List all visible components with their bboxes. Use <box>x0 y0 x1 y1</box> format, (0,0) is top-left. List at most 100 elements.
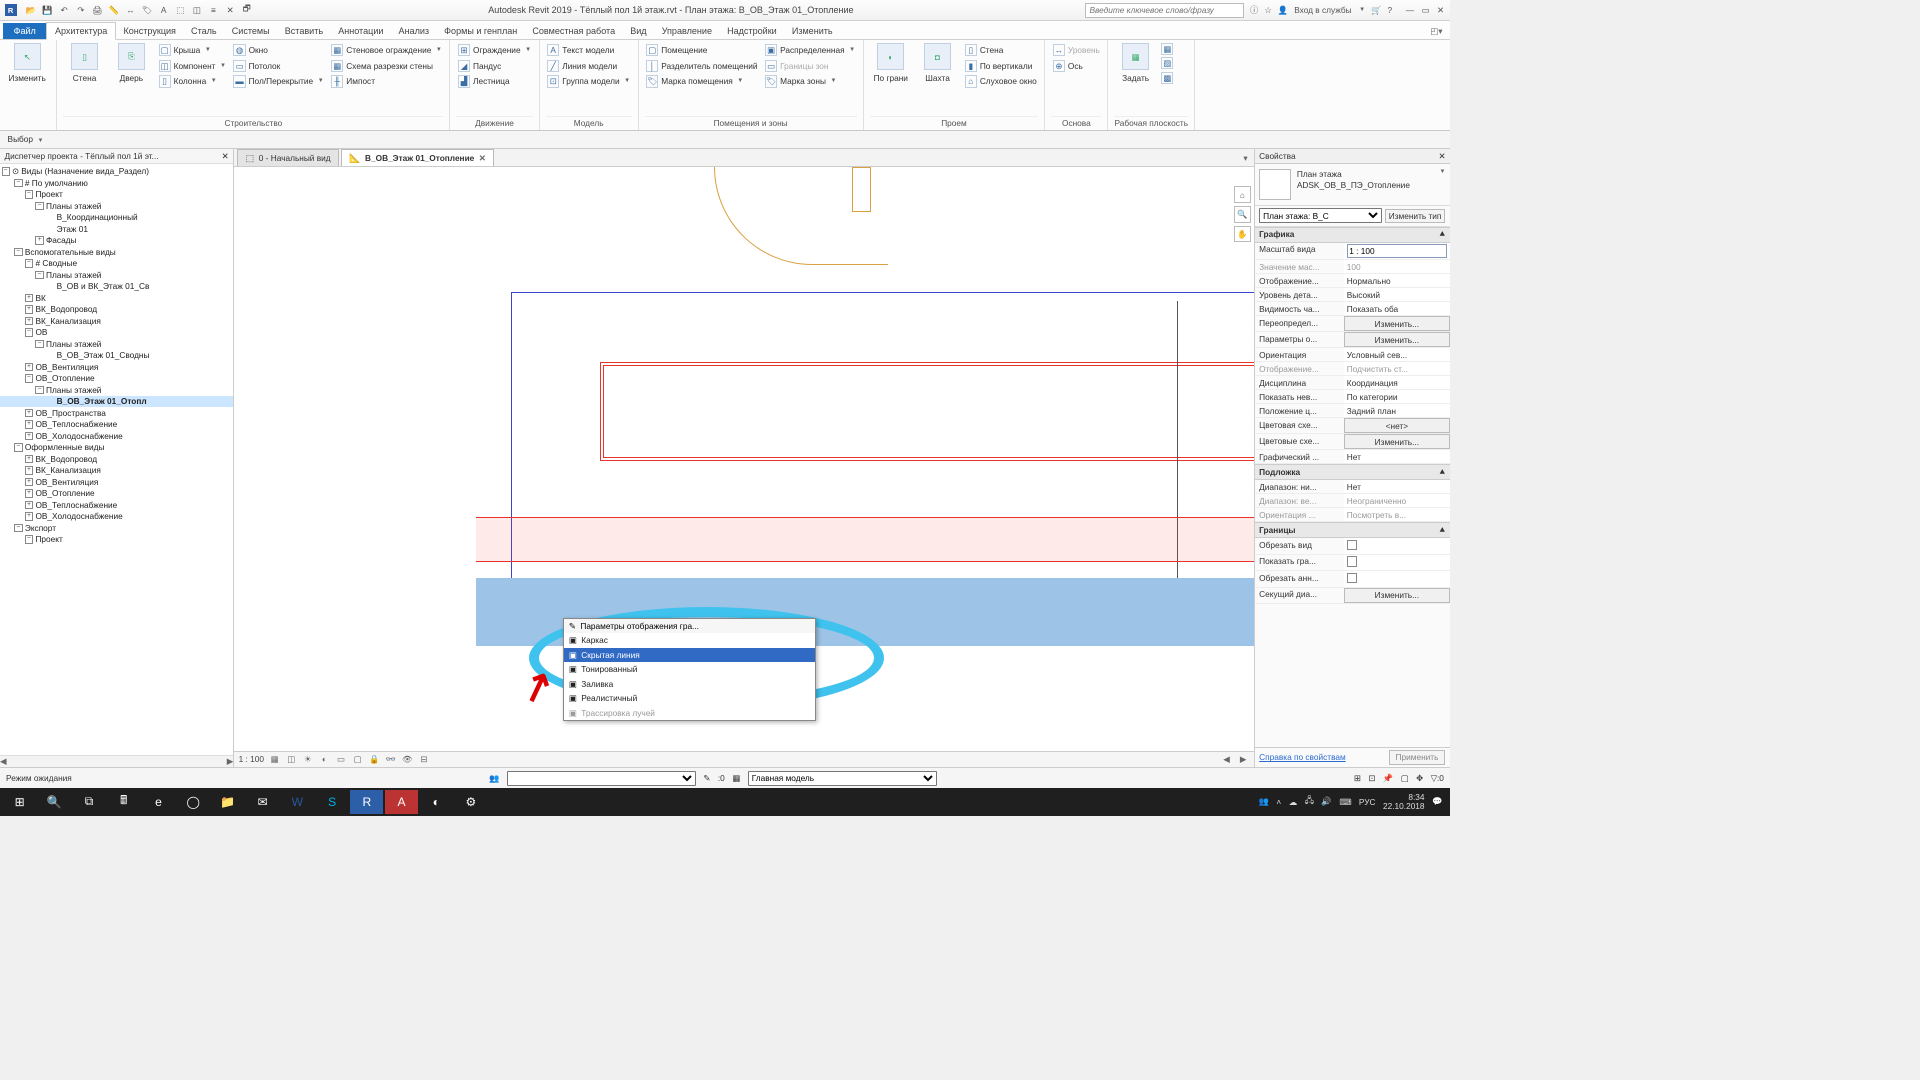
worksets-icon[interactable]: 👥 <box>489 773 499 784</box>
lock-icon[interactable]: 🔒 <box>368 753 380 765</box>
roof-button[interactable]: ◍Окно <box>232 43 325 57</box>
crop-checkbox[interactable] <box>1347 540 1358 551</box>
view3d-icon[interactable]: ⬚ <box>173 3 187 17</box>
explorer-icon[interactable]: 📁 <box>211 790 244 814</box>
crop-icon[interactable]: ▭ <box>335 753 347 765</box>
tab-close-icon[interactable]: ✕ <box>479 153 486 163</box>
worksets-icon[interactable]: ⊟ <box>418 753 430 765</box>
type-dropdown-icon[interactable]: ▼ <box>1439 169 1445 201</box>
reveal-hidden-icon[interactable]: 👁 <box>401 753 413 765</box>
infocenter-icon[interactable]: ⓘ <box>1250 4 1258 16</box>
design-options-icon[interactable]: ▦ <box>732 773 740 783</box>
style-shaded[interactable]: ▣Тонированный <box>564 662 815 677</box>
curtain-grid-button[interactable]: ▦Схема разрезки стены <box>330 59 444 73</box>
floor-button[interactable]: ▬Пол/Перекрытие▼ <box>232 75 325 89</box>
tab-systems[interactable]: Системы <box>224 23 277 39</box>
scroll-right-icon[interactable]: ▶ <box>1237 753 1249 765</box>
print-icon[interactable]: 🖨 <box>91 3 105 17</box>
doc-tab-start[interactable]: ⬚ 0 - Начальный вид <box>237 149 339 166</box>
ceiling-button[interactable]: ▭Потолок <box>232 59 325 73</box>
undo-icon[interactable]: ↶ <box>57 3 71 17</box>
tray-up-icon[interactable]: ˄ <box>1276 797 1281 807</box>
edge-icon[interactable]: e <box>142 790 175 814</box>
wall-button[interactable]: ▯Стена <box>63 43 105 83</box>
editable-icon[interactable]: ✎ <box>703 773 710 783</box>
instance-selector[interactable]: План этажа: В_С <box>1259 208 1382 223</box>
skype-icon[interactable]: S <box>315 790 348 814</box>
sun-icon[interactable]: ☀ <box>302 753 314 765</box>
taskview-button[interactable]: ⧉ <box>72 790 105 814</box>
door-button[interactable]: ⎘Дверь <box>110 43 152 83</box>
search-button[interactable]: 🔍 <box>38 790 71 814</box>
close-button[interactable]: ✕ <box>1437 5 1444 15</box>
network-icon[interactable]: 🖧 <box>1305 795 1314 809</box>
word-icon[interactable]: W <box>281 790 314 814</box>
switch-window-icon[interactable]: 🗗 <box>240 3 254 17</box>
close-inactive-icon[interactable]: ✕ <box>223 3 237 17</box>
model-select[interactable]: Главная модель <box>748 771 937 786</box>
tab-steel[interactable]: Сталь <box>184 23 225 39</box>
select-face-icon[interactable]: ▢ <box>1401 773 1409 783</box>
tab-view[interactable]: Вид <box>623 23 654 39</box>
scale-input[interactable] <box>1347 244 1447 258</box>
room-sep-button[interactable]: │Разделитель помещений <box>645 59 759 73</box>
grid-button[interactable]: ⊕Ось <box>1051 59 1101 73</box>
tab-addins[interactable]: Надстройки <box>720 23 785 39</box>
style-realistic[interactable]: ▣Реалистичный <box>564 691 815 706</box>
scroll-left-icon[interactable]: ◀ <box>1220 753 1232 765</box>
minimize-button[interactable]: — <box>1406 5 1414 15</box>
autocad-icon[interactable]: A <box>385 790 418 814</box>
ramp-button[interactable]: ◢Пандус <box>456 59 532 73</box>
start-button[interactable]: ⊞ <box>3 790 36 814</box>
search-input[interactable] <box>1085 3 1244 18</box>
workset-select[interactable] <box>507 771 696 786</box>
shaft-button[interactable]: ◘Шахта <box>916 43 958 83</box>
appstore-icon[interactable]: 🛒 <box>1371 5 1381 16</box>
tree[interactable]: −⊙ Виды (Назначение вида_Раздел) −# По у… <box>0 164 233 755</box>
clock-date[interactable]: 22.10.2018 <box>1383 802 1425 811</box>
model-line-button[interactable]: ╱Линия модели <box>546 59 632 73</box>
room-tag-button[interactable]: 🏷Марка помещения▼ <box>645 75 759 89</box>
home-icon[interactable]: ⌂ <box>1234 186 1251 203</box>
hscroll-left[interactable]: ◀ <box>0 756 6 767</box>
wall-opening-button[interactable]: ▯Стена <box>963 43 1038 57</box>
help-icon[interactable]: ? <box>1388 5 1393 15</box>
notifications-icon[interactable]: 💬 <box>1432 796 1442 807</box>
select-links-icon[interactable]: ⊞ <box>1354 773 1361 783</box>
window-button[interactable]: ▢Крыша▼ <box>157 43 227 57</box>
anno-crop-checkbox[interactable] <box>1347 573 1358 584</box>
tab-modify[interactable]: Изменить <box>784 23 840 39</box>
measure-icon[interactable]: 📏 <box>107 3 121 17</box>
railing-button[interactable]: ⊞Ограждение▼ <box>456 43 532 57</box>
signin-icon[interactable]: 👤 <box>1278 5 1288 16</box>
temp-hide-icon[interactable]: 👓 <box>385 753 397 765</box>
viewer-icon[interactable]: ▩ <box>1161 72 1173 84</box>
set-plane-button[interactable]: ▦Задать <box>1114 43 1156 83</box>
edit-type-button[interactable]: Изменить тип <box>1385 209 1446 223</box>
filter-icon[interactable]: ▽:0 <box>1431 773 1444 783</box>
maximize-button[interactable]: ▭ <box>1422 5 1430 15</box>
tab-insert[interactable]: Вставить <box>277 23 330 39</box>
visual-style-icon[interactable]: ◫ <box>285 753 297 765</box>
pan-icon[interactable]: ✋ <box>1234 226 1251 243</box>
tab-structure[interactable]: Конструкция <box>116 23 184 39</box>
apply-button[interactable]: Применить <box>1389 750 1446 765</box>
style-hidden-line[interactable]: ▣Скрытая линия <box>564 648 815 663</box>
modify-button[interactable]: ↖Изменить <box>6 43 48 83</box>
scale-label[interactable]: 1 : 100 <box>239 754 264 764</box>
ribbon-collapse-icon[interactable]: ◰▾ <box>1423 23 1450 39</box>
dormer-button[interactable]: ⌂Слуховое окно <box>963 75 1038 89</box>
graphic-options-button[interactable]: Изменить... <box>1344 332 1450 347</box>
redo-icon[interactable]: ↷ <box>74 3 88 17</box>
curtain-wall-button[interactable]: ▦Стеновое ограждение▼ <box>330 43 444 57</box>
shadows-icon[interactable]: ◐ <box>318 753 330 765</box>
thin-lines-icon[interactable]: ≡ <box>207 3 221 17</box>
crop-region-icon[interactable]: ▢ <box>351 753 363 765</box>
crop-visible-checkbox[interactable] <box>1347 556 1358 567</box>
area-button[interactable]: ▣Распределенная▼ <box>764 43 857 57</box>
props-close-icon[interactable]: ✕ <box>1439 151 1446 161</box>
vg-override-button[interactable]: Изменить... <box>1344 316 1450 331</box>
detail-level-icon[interactable]: ▦ <box>269 753 281 765</box>
properties-help-link[interactable]: Справка по свойствам <box>1259 752 1346 762</box>
language-indicator[interactable]: РУС <box>1359 797 1376 807</box>
